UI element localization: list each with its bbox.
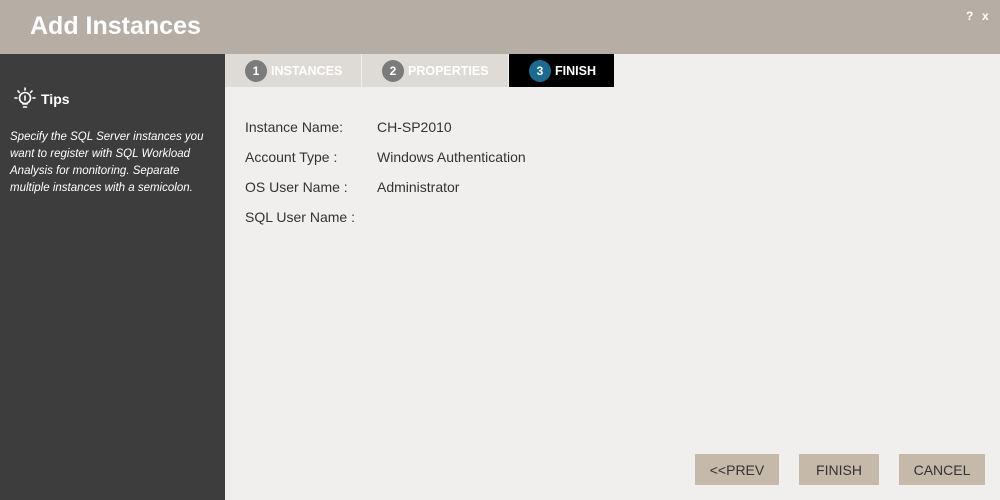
account-type-value: Windows Authentication — [377, 149, 526, 165]
tab-label: INSTANCES — [271, 63, 343, 78]
sql-user-name-label: SQL User Name : — [245, 209, 355, 225]
os-user-name-label: OS User Name : — [245, 179, 348, 195]
cancel-button[interactable]: CANCEL — [899, 454, 985, 485]
tips-text: Specify the SQL Server instances you wan… — [10, 131, 204, 194]
os-user-name-value: Administrator — [377, 179, 460, 195]
tab-label: FINISH — [555, 63, 596, 78]
prev-button[interactable]: <<PREV — [695, 454, 779, 485]
tips-title: Tips — [41, 91, 70, 107]
instance-name-label: Instance Name: — [245, 119, 344, 135]
step-number: 2 — [382, 59, 404, 82]
tips-header: Tips — [12, 86, 70, 112]
tab-label: PROPERTIES — [408, 63, 489, 78]
dialog-header: Add Instances ? x — [0, 0, 1000, 54]
help-button[interactable]: ? — [966, 9, 973, 23]
step-number: 3 — [529, 59, 551, 82]
tab-instances[interactable]: 1 INSTANCES — [225, 54, 361, 87]
wizard-content: 1 INSTANCES 2 PROPERTIES 3 FINISH Instan… — [225, 54, 1000, 500]
step-number: 1 — [245, 59, 267, 82]
lightbulb-icon — [12, 86, 38, 112]
tab-finish[interactable]: 3 FINISH — [509, 54, 614, 87]
account-type-label: Account Type : — [245, 149, 338, 165]
dialog-title: Add Instances — [30, 12, 201, 40]
tips-sidebar: Tips Specify the SQL Server instances yo… — [0, 54, 225, 500]
tab-properties[interactable]: 2 PROPERTIES — [362, 54, 508, 87]
instance-name-value: CH-SP2010 — [377, 119, 452, 135]
close-button[interactable]: x — [982, 9, 989, 23]
finish-button[interactable]: FINISH — [799, 454, 879, 485]
